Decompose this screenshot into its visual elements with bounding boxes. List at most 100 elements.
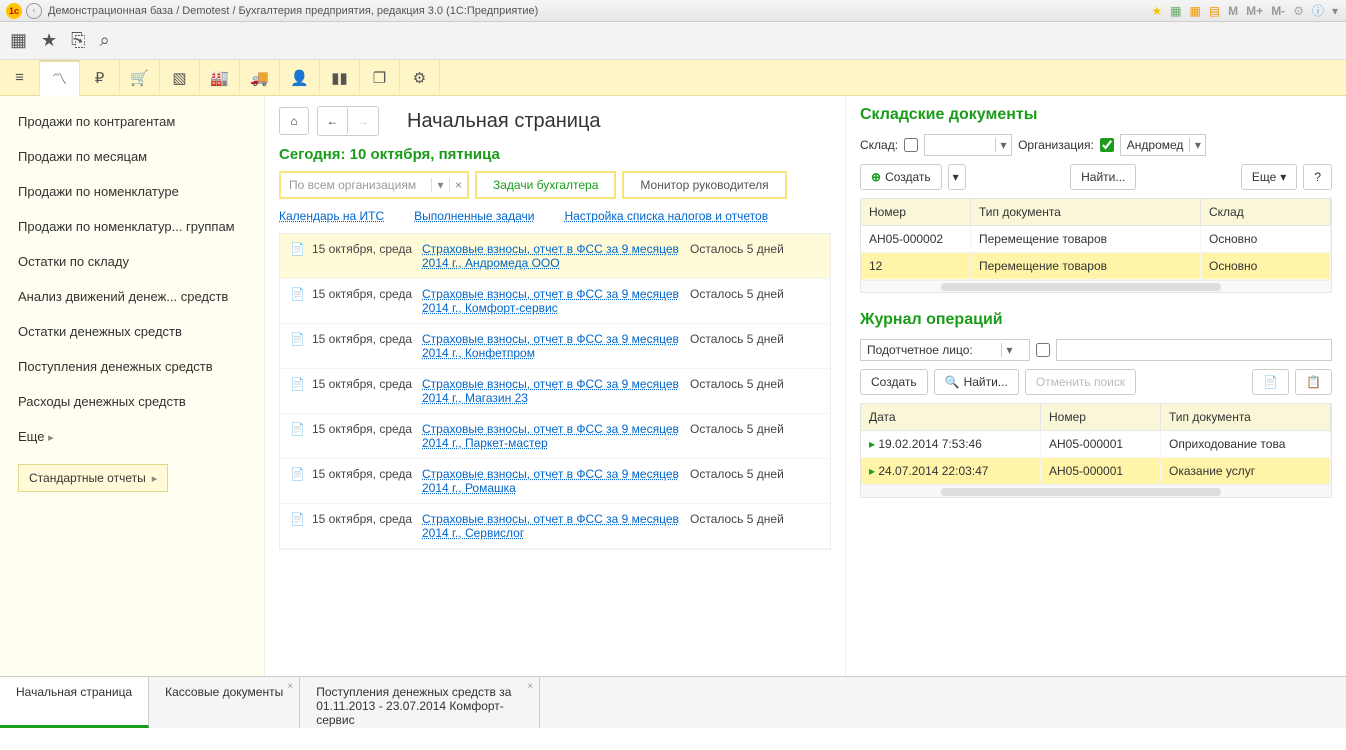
table-row[interactable]: ▸ 24.07.2014 22:03:47АН05-000001Оказание… [861,458,1331,485]
link-done-tasks[interactable]: Выполненные задачи [414,209,534,223]
find-button[interactable]: Найти... [1070,164,1136,190]
task-desc[interactable]: Страховые взносы, отчет в ФСС за 9 месяц… [422,287,690,315]
org-selector[interactable]: По всем организациям ▾ × [279,171,469,199]
apps-grid-icon[interactable]: ▦ [10,30,27,51]
back-circle-icon[interactable]: ‹ [26,3,42,19]
nav-forward-button[interactable]: → [348,107,378,135]
memory-mminus-icon[interactable]: M- [1269,4,1287,18]
task-desc[interactable]: Страховые взносы, отчет в ФСС за 9 месяц… [422,512,690,540]
org-dropdown-icon[interactable]: ▾ [431,178,449,192]
memory-mplus-icon[interactable]: M+ [1244,4,1265,18]
section-person-icon[interactable]: 👤 [280,60,320,96]
search-icon[interactable]: ⌕ [100,30,110,51]
sidebar-item[interactable]: Поступления денежных средств [0,349,264,384]
task-desc[interactable]: Страховые взносы, отчет в ФСС за 9 месяц… [422,242,690,270]
task-desc[interactable]: Страховые взносы, отчет в ФСС за 9 месяц… [422,422,690,450]
section-menu-icon[interactable]: ≡ [0,60,40,96]
favorite-star-icon[interactable]: ★ [1149,4,1164,18]
sidebar-more[interactable]: Еще ▸ [0,419,264,454]
sidebar-item[interactable]: Остатки по складу [0,244,264,279]
task-desc[interactable]: Страховые взносы, отчет в ФСС за 9 месяц… [422,467,690,495]
doc-icon: 📄 [290,467,306,495]
sidebar-item[interactable]: Продажи по номенклатуре [0,174,264,209]
info-icon[interactable]: ⓘ [1310,2,1326,19]
close-icon[interactable]: × [527,681,533,692]
doc-icon: 📄 [290,242,306,270]
org-checkbox[interactable] [1100,138,1114,152]
section-docs-icon[interactable]: ❐ [360,60,400,96]
task-desc[interactable]: Страховые взносы, отчет в ФСС за 9 месяц… [422,377,690,405]
section-gear-icon[interactable]: ⚙ [400,60,440,96]
sidebar-item[interactable]: Продажи по месяцам [0,139,264,174]
table-row[interactable]: АН05-000002Перемещение товаровОсновно [861,226,1331,253]
person-checkbox[interactable] [1036,343,1050,357]
sidebar-item[interactable]: Продажи по контрагентам [0,104,264,139]
home-button[interactable]: ⌂ [279,107,309,135]
link-its-calendar[interactable]: Календарь на ИТС [279,209,384,223]
person-select[interactable]: Подотчетное лицо:▾ [860,339,1030,361]
calc-icon[interactable]: ▦ [1168,4,1183,18]
section-cart-icon[interactable]: 🛒 [120,60,160,96]
doc-icon: 📄 [290,512,306,540]
task-row[interactable]: 📄15 октября, средаСтраховые взносы, отче… [280,504,830,549]
link-tax-settings[interactable]: Настройка списка налогов и отчетов [564,209,768,223]
section-factory-icon[interactable]: 🏭 [200,60,240,96]
dropdown-icon[interactable]: ▾ [1330,4,1340,18]
nav-back-button[interactable]: ← [318,107,348,135]
tab-manager-monitor[interactable]: Монитор руководителя [622,171,786,199]
task-desc[interactable]: Страховые взносы, отчет в ФСС за 9 месяц… [422,332,690,360]
help-button[interactable]: ? [1303,164,1332,190]
journal-refresh-icon[interactable]: 📋 [1295,369,1332,395]
h-scrollbar[interactable] [861,280,1331,292]
sidebar-item[interactable]: Остатки денежных средств [0,314,264,349]
grid-icon[interactable]: ▤ [1207,4,1222,18]
task-remain: Осталось 5 дней [690,422,820,450]
star-icon[interactable]: ★ [41,30,57,51]
journal-find-button[interactable]: 🔍 Найти... [934,369,1019,395]
col-number[interactable]: Номер [1041,404,1161,430]
warehouse-select[interactable]: ▾ [924,134,1012,156]
task-row[interactable]: 📄15 октября, средаСтраховые взносы, отче… [280,234,830,279]
sidebar-item[interactable]: Продажи по номенклатур... группам [0,209,264,244]
table-row[interactable]: 12Перемещение товаровОсновно [861,253,1331,280]
col-doctype[interactable]: Тип документа [971,199,1201,225]
journal-cancel-search-button: Отменить поиск [1025,369,1136,395]
close-icon[interactable]: × [287,681,293,692]
section-barchart-icon[interactable]: ▮▮ [320,60,360,96]
section-blocks-icon[interactable]: ▧ [160,60,200,96]
col-warehouse[interactable]: Склад [1201,199,1331,225]
section-truck-icon[interactable]: 🚚 [240,60,280,96]
section-chart-icon[interactable]: 〽 [40,60,80,96]
memory-m-icon[interactable]: M [1226,4,1240,18]
bottom-tab[interactable]: Начальная страница [0,677,149,728]
org-select[interactable]: Андромед▾ [1120,134,1207,156]
task-row[interactable]: 📄15 октября, средаСтраховые взносы, отче… [280,324,830,369]
table-row[interactable]: ▸ 19.02.2014 7:53:46АН05-000001Оприходов… [861,431,1331,458]
org-clear-icon[interactable]: × [449,178,467,192]
create-dropdown[interactable]: ▾ [948,164,966,190]
col-number[interactable]: Номер [861,199,971,225]
col-doctype[interactable]: Тип документа [1161,404,1331,430]
h-scrollbar[interactable] [861,485,1331,497]
journal-export-icon[interactable]: 📄 [1252,369,1289,395]
clipboard-icon[interactable]: ⎘ [71,30,85,51]
task-row[interactable]: 📄15 октября, средаСтраховые взносы, отче… [280,459,830,504]
standard-reports-button[interactable]: Стандартные отчеты▸ [18,464,168,492]
sidebar-item[interactable]: Расходы денежных средств [0,384,264,419]
calendar-icon[interactable]: ▦ [1187,4,1202,18]
warehouse-checkbox[interactable] [904,138,918,152]
bottom-tab[interactable]: ×Кассовые документы [149,677,300,728]
journal-create-button[interactable]: Создать [860,369,928,395]
bottom-tab[interactable]: ×Поступления денежных средств за 01.11.2… [300,677,540,728]
more-button[interactable]: Еще ▾ [1241,164,1297,190]
col-date[interactable]: Дата [861,404,1041,430]
task-row[interactable]: 📄15 октября, средаСтраховые взносы, отче… [280,369,830,414]
create-button[interactable]: ⊕Создать [860,164,942,190]
tab-accountant-tasks[interactable]: Задачи бухгалтера [475,171,616,199]
section-ruble-icon[interactable]: ₽ [80,60,120,96]
task-row[interactable]: 📄15 октября, средаСтраховые взносы, отче… [280,279,830,324]
task-row[interactable]: 📄15 октября, средаСтраховые взносы, отче… [280,414,830,459]
person-value-select[interactable] [1056,339,1332,361]
sidebar-item[interactable]: Анализ движений денеж... средств [0,279,264,314]
tools-icon[interactable]: ⚙ [1291,4,1306,18]
